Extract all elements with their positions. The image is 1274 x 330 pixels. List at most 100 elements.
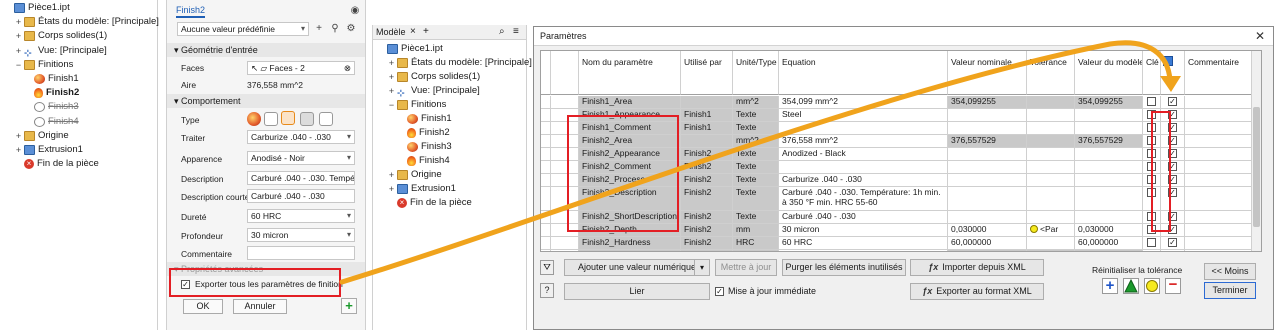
key-checkbox[interactable]: [1147, 123, 1156, 132]
clear-icon[interactable]: ⊗: [344, 62, 351, 74]
grid-cell[interactable]: [1027, 161, 1075, 174]
add-preset-icon[interactable]: +: [313, 23, 325, 35]
search-icon[interactable]: ⌕: [499, 26, 505, 37]
median-tolerance-icon[interactable]: [1144, 278, 1160, 294]
expand-icon[interactable]: +: [387, 56, 396, 70]
grid-cell[interactable]: Steel: [779, 109, 948, 122]
grid-cell[interactable]: [1027, 211, 1075, 224]
column-header-blank[interactable]: [551, 51, 579, 95]
export-checkbox[interactable]: ✓: [1168, 225, 1177, 234]
grid-cell[interactable]: Carburé .040 - .030. Température: 1h min…: [779, 187, 948, 211]
key-checkbox[interactable]: [1147, 251, 1156, 252]
key-checkbox[interactable]: [1147, 149, 1156, 158]
grid-cell[interactable]: <Par: [1027, 224, 1075, 237]
grid-cell[interactable]: [1185, 211, 1252, 224]
tree-item[interactable]: − Finitions: [387, 98, 446, 112]
key-checkbox[interactable]: [1147, 175, 1156, 184]
add-tab-icon[interactable]: +: [423, 26, 429, 37]
expand-icon[interactable]: +: [14, 143, 23, 157]
expand-icon[interactable]: +: [14, 15, 23, 29]
tree-item[interactable]: + ⊹ Vue: [Principale]: [387, 84, 480, 98]
tab-finish2[interactable]: Finish2: [176, 5, 206, 18]
tree-item[interactable]: Finish1: [24, 72, 79, 86]
tolerance-icon[interactable]: [1030, 225, 1038, 233]
tree-item[interactable]: + États du modèle: [Principale]: [14, 15, 159, 29]
tree-item[interactable]: + Origine: [387, 168, 442, 182]
tab-model[interactable]: Modèle: [376, 27, 406, 37]
eye-icon[interactable]: ◉: [349, 5, 361, 17]
tree-item[interactable]: × Fin de la pièce: [387, 196, 472, 210]
export-checkbox[interactable]: ✓: [1168, 175, 1177, 184]
column-header-blank[interactable]: [541, 51, 551, 95]
tree-item[interactable]: Finish2: [24, 86, 79, 100]
help-icon[interactable]: ?: [540, 283, 554, 298]
depth-field[interactable]: 30 micron: [247, 228, 355, 242]
grid-cell[interactable]: [1185, 135, 1252, 148]
grid-cell[interactable]: Carburize .040 - .030: [779, 174, 948, 187]
key-checkbox[interactable]: [1147, 110, 1156, 119]
tree-item[interactable]: + ⊹ Vue: [Principale]: [14, 44, 107, 58]
column-header[interactable]: Commentaire: [1185, 51, 1252, 95]
grid-cell[interactable]: [1027, 148, 1075, 161]
process-type-icon[interactable]: [281, 111, 295, 125]
key-checkbox[interactable]: [1147, 238, 1156, 247]
export-xml-button[interactable]: ƒx Exporter au format XML: [910, 283, 1044, 300]
tree-item[interactable]: Finish2: [397, 126, 450, 140]
tree-item[interactable]: Finish4: [397, 154, 450, 168]
key-checkbox[interactable]: [1147, 212, 1156, 221]
hardness-field[interactable]: 60 HRC: [247, 209, 355, 223]
tree-item[interactable]: + Extrusion1: [387, 182, 456, 196]
tree-item[interactable]: Finish3: [24, 100, 79, 114]
export-checkbox[interactable]: ✓: [1168, 238, 1177, 247]
expand-icon[interactable]: +: [387, 84, 396, 98]
expand-icon[interactable]: +: [387, 70, 396, 84]
vertical-scrollbar[interactable]: [1251, 51, 1261, 251]
grid-cell[interactable]: 354,099 mm^2: [779, 96, 948, 109]
link-button[interactable]: Lier: [564, 283, 710, 300]
treat-dropdown[interactable]: Carburize .040 - .030: [247, 130, 355, 144]
tree-item[interactable]: + Corps solides(1): [387, 70, 480, 84]
grid-cell[interactable]: [1185, 122, 1252, 135]
grid-cell[interactable]: [1185, 224, 1252, 237]
export-all-row[interactable]: ✓ Exporter tous les paramètres de finiti…: [181, 279, 343, 289]
finish-button[interactable]: Terminer: [1204, 282, 1256, 299]
expand-icon[interactable]: +: [14, 44, 23, 58]
scroll-thumb[interactable]: [1253, 107, 1260, 227]
column-header[interactable]: Clé: [1143, 51, 1161, 95]
key-checkbox[interactable]: [1147, 188, 1156, 197]
grid-cell[interactable]: [1027, 96, 1075, 109]
column-header[interactable]: Tolérance: [1027, 51, 1075, 95]
grid-cell[interactable]: [1027, 122, 1075, 135]
grid-cell[interactable]: 376,558 mm^2: [779, 135, 948, 148]
tree-item[interactable]: Finish1: [397, 112, 452, 126]
description-field[interactable]: Carburé .040 - .030. Températu: [247, 171, 355, 185]
close-icon[interactable]: ×: [410, 26, 416, 37]
section-advanced[interactable]: ▾ Propriétés avancées: [167, 262, 365, 276]
export-checkbox[interactable]: ✓: [1168, 136, 1177, 145]
dialog-close-icon[interactable]: ✕: [1255, 27, 1265, 46]
column-header[interactable]: Utilisé par: [681, 51, 733, 95]
grid-cell[interactable]: [779, 161, 948, 174]
less-button[interactable]: << Moins: [1204, 263, 1256, 280]
grid-cell[interactable]: [1027, 187, 1075, 211]
add-numeric-button[interactable]: Ajouter une valeur numérique: [564, 259, 710, 276]
export-checkbox[interactable]: ✓: [1168, 188, 1177, 197]
expand-icon[interactable]: −: [387, 98, 396, 112]
grid-cell[interactable]: [1027, 109, 1075, 122]
expand-icon[interactable]: +: [387, 168, 396, 182]
tree-item[interactable]: + Corps solides(1): [14, 29, 107, 43]
section-input-geometry[interactable]: ▾ Géométrie d'entrée: [167, 43, 365, 57]
grid-cell[interactable]: 354,099 mm^2: [779, 250, 948, 251]
grid-cell[interactable]: Anodized - Black: [779, 148, 948, 161]
faces-selector[interactable]: ↖ ▱ Faces - 2 ⊗: [247, 61, 355, 75]
export-checkbox[interactable]: ✓: [1168, 97, 1177, 106]
export-checkbox[interactable]: ✓: [1168, 123, 1177, 132]
grid-cell[interactable]: [1027, 135, 1075, 148]
section-behavior[interactable]: ▾ Comportement: [167, 94, 365, 108]
tree-item[interactable]: + Origine: [14, 129, 69, 143]
short-description-field[interactable]: Carburé .040 - .030: [247, 189, 355, 203]
add-numeric-dropdown[interactable]: ▾: [694, 259, 710, 276]
grid-cell[interactable]: [1185, 174, 1252, 187]
grid-cell[interactable]: 60 HRC: [779, 237, 948, 250]
gear-icon[interactable]: ⚙: [345, 23, 357, 35]
